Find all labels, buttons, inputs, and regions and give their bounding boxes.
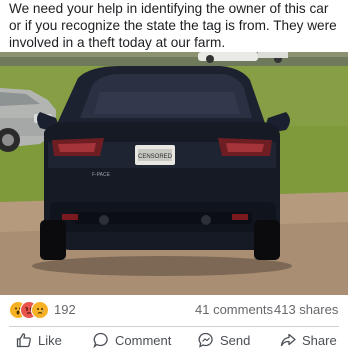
license-plate-text: CENSORED — [138, 154, 173, 160]
send-label: Send — [220, 332, 251, 348]
car-photo-illustration: CENSORED F-PACE — [0, 52, 348, 295]
comments-count[interactable]: 41 comments — [195, 302, 273, 317]
share-label: Share — [302, 332, 337, 348]
post-actions: Like Comment Send Share — [0, 330, 348, 348]
comment-bubble-icon — [93, 332, 108, 348]
divider — [9, 326, 339, 327]
send-button[interactable]: Send — [198, 332, 250, 348]
model-badge: F-PACE — [92, 172, 111, 178]
sad-emoji-icon — [31, 301, 49, 319]
suv-rear: CENSORED F-PACE — [32, 66, 292, 276]
thumbs-up-icon — [16, 333, 31, 348]
post-caption: We need your help in identifying the own… — [9, 1, 337, 50]
share-arrow-icon — [280, 333, 296, 347]
like-label: Like — [38, 332, 62, 348]
post-photo[interactable]: CENSORED F-PACE — [0, 52, 348, 295]
engagement-bar: 192 41 comments 413 shares — [0, 299, 348, 321]
like-button[interactable]: Like — [16, 332, 62, 348]
comment-label: Comment — [115, 332, 172, 348]
reaction-count[interactable]: 192 — [54, 302, 76, 317]
messenger-icon — [198, 332, 213, 348]
comment-button[interactable]: Comment — [93, 332, 171, 348]
shares-count[interactable]: 413 shares — [274, 302, 338, 317]
share-button[interactable]: Share — [280, 332, 337, 348]
